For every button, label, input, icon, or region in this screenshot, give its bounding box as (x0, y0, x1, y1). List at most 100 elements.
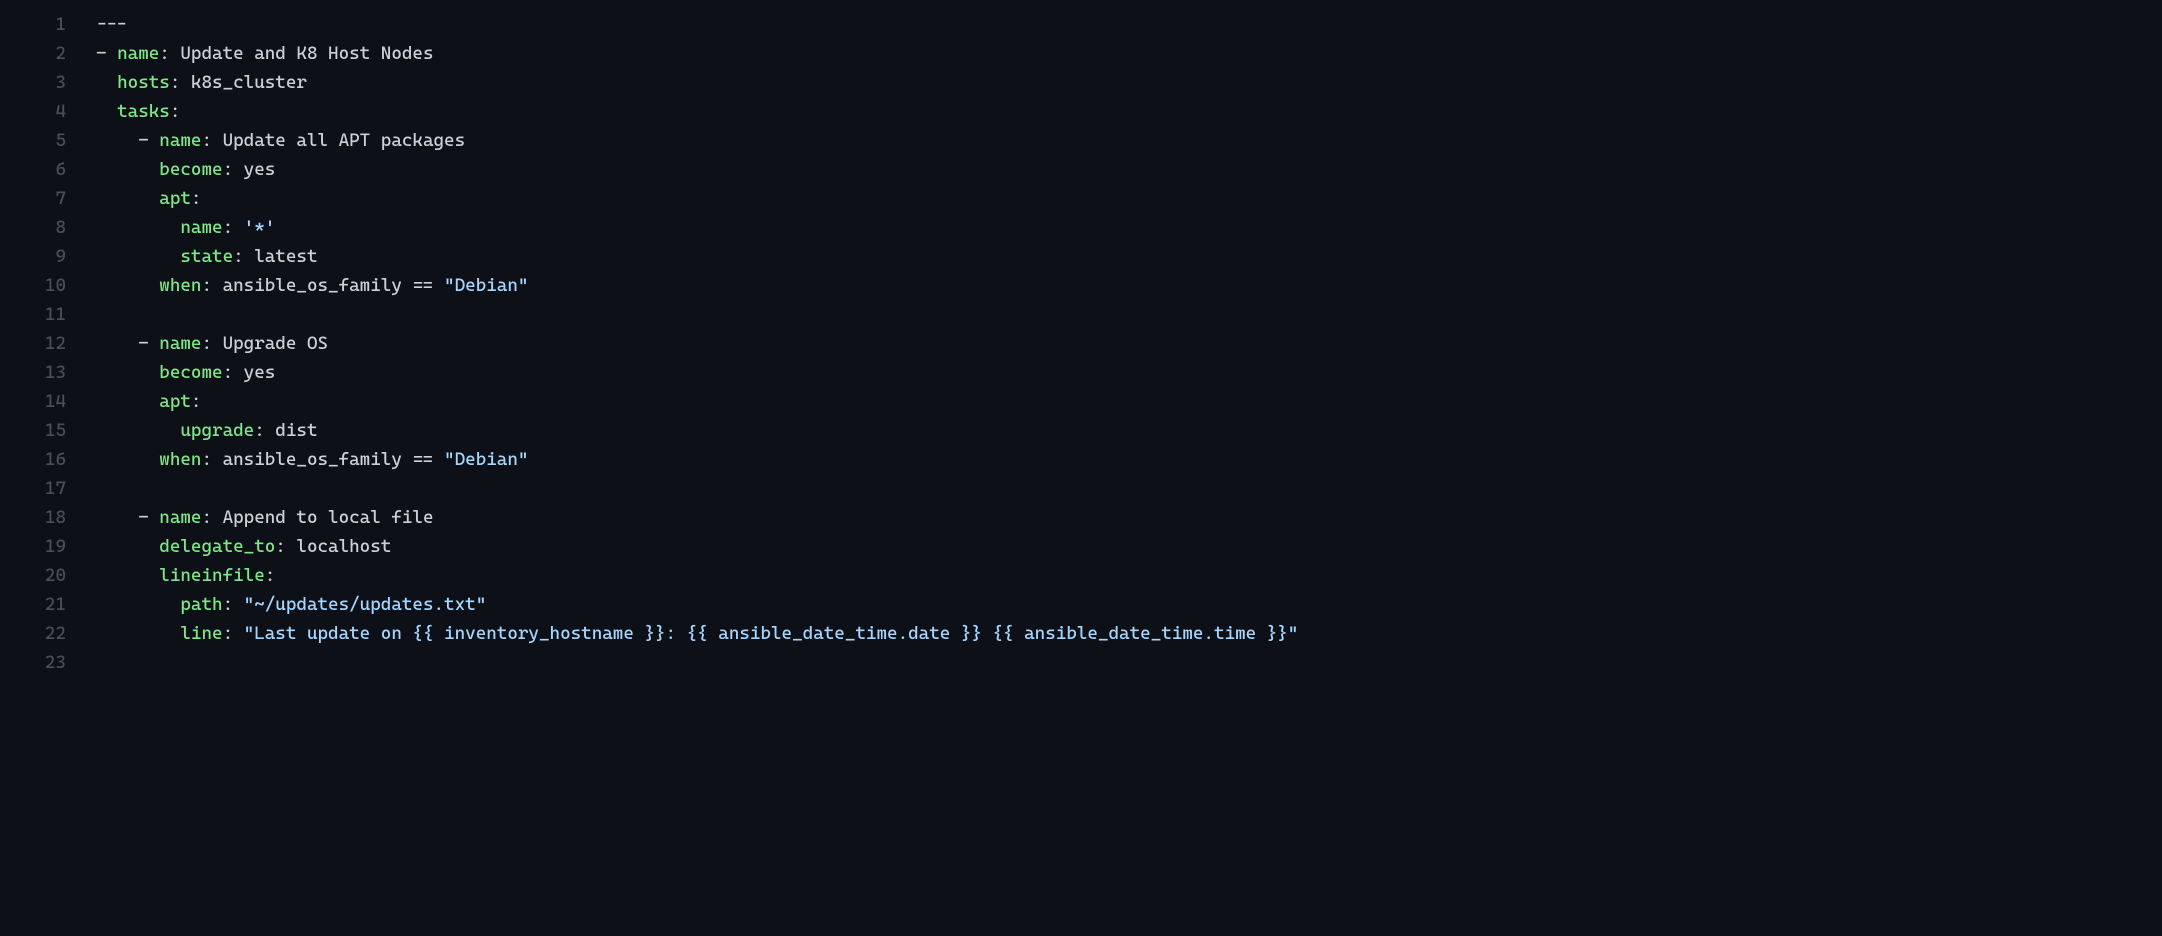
token-punct (96, 362, 159, 383)
code-line[interactable] (96, 648, 2162, 677)
token-punct: : (233, 246, 254, 267)
code-line[interactable]: line: "Last update on {{ inventory_hostn… (96, 619, 2162, 648)
line-number: 13 (0, 358, 66, 387)
token-punct: : (159, 43, 180, 64)
token-punct: : (201, 449, 222, 470)
token-punct (96, 275, 159, 296)
code-line[interactable]: apt: (96, 387, 2162, 416)
code-line[interactable]: --- (96, 10, 2162, 39)
code-line[interactable]: upgrade: dist (96, 416, 2162, 445)
token-plain: latest (254, 246, 317, 267)
token-key: become (159, 362, 222, 383)
token-punct: : (201, 130, 222, 151)
code-line[interactable]: become: yes (96, 358, 2162, 387)
code-line[interactable]: hosts: k8s_cluster (96, 68, 2162, 97)
code-editor[interactable]: 1234567891011121314151617181920212223 --… (0, 0, 2162, 936)
code-line[interactable]: name: '*' (96, 213, 2162, 242)
token-punct (96, 565, 159, 586)
token-punct (96, 72, 117, 93)
token-punct (96, 246, 180, 267)
line-number: 12 (0, 329, 66, 358)
token-punct: - (96, 507, 159, 528)
code-line[interactable]: when: ansible_os_family == "Debian" (96, 445, 2162, 474)
code-line[interactable] (96, 300, 2162, 329)
code-line[interactable]: - name: Append to local file (96, 503, 2162, 532)
token-punct: : (265, 565, 276, 586)
token-punct (96, 420, 180, 441)
token-plain: ansible_os_family == (223, 275, 444, 296)
line-number: 21 (0, 590, 66, 619)
line-number: 4 (0, 97, 66, 126)
token-plain: Update all APT packages (223, 130, 466, 151)
token-plain: dist (275, 420, 317, 441)
token-key: name (117, 43, 159, 64)
token-plain: yes (244, 159, 276, 180)
token-string: "Last update on {{ inventory_hostname }}… (244, 623, 1299, 644)
token-key: become (159, 159, 222, 180)
token-plain: k8s_cluster (191, 72, 307, 93)
token-punct (96, 594, 180, 615)
code-line[interactable]: when: ansible_os_family == "Debian" (96, 271, 2162, 300)
token-punct: : (170, 101, 181, 122)
token-punct (96, 217, 180, 238)
token-punct: : (223, 594, 244, 615)
token-key: state (180, 246, 233, 267)
token-key: apt (159, 391, 191, 412)
line-number: 8 (0, 213, 66, 242)
token-punct (96, 391, 159, 412)
line-number: 6 (0, 155, 66, 184)
line-number: 19 (0, 532, 66, 561)
code-line[interactable]: become: yes (96, 155, 2162, 184)
token-key: apt (159, 188, 191, 209)
token-punct: : (223, 623, 244, 644)
token-key: name (159, 507, 201, 528)
code-line[interactable]: lineinfile: (96, 561, 2162, 590)
token-plain: Append to local file (223, 507, 434, 528)
token-plain: yes (244, 362, 276, 383)
code-line[interactable]: - name: Update and K8 Host Nodes (96, 39, 2162, 68)
line-number: 9 (0, 242, 66, 271)
token-plain: localhost (296, 536, 391, 557)
token-punct: : (275, 536, 296, 557)
line-number: 22 (0, 619, 66, 648)
token-punct (96, 623, 180, 644)
code-line[interactable] (96, 474, 2162, 503)
token-key: tasks (117, 101, 170, 122)
token-string: "Debian" (444, 449, 528, 470)
token-plain: ansible_os_family == (223, 449, 444, 470)
token-key: name (159, 333, 201, 354)
token-punct: : (223, 159, 244, 180)
code-line[interactable]: - name: Update all APT packages (96, 126, 2162, 155)
token-punct (96, 449, 159, 470)
line-number: 7 (0, 184, 66, 213)
code-line[interactable]: delegate_to: localhost (96, 532, 2162, 561)
token-key: lineinfile (159, 565, 264, 586)
token-key: upgrade (180, 420, 254, 441)
code-area[interactable]: ---- name: Update and K8 Host Nodes host… (96, 10, 2162, 936)
line-number: 10 (0, 271, 66, 300)
token-string: "Debian" (444, 275, 528, 296)
line-number: 3 (0, 68, 66, 97)
token-punct: : (201, 275, 222, 296)
line-number: 14 (0, 387, 66, 416)
token-punct: - (96, 43, 117, 64)
line-number: 23 (0, 648, 66, 677)
line-number: 5 (0, 126, 66, 155)
line-number: 1 (0, 10, 66, 39)
token-plain: Upgrade OS (223, 333, 328, 354)
line-number: 20 (0, 561, 66, 590)
token-string: '*' (244, 217, 276, 238)
token-key: line (180, 623, 222, 644)
code-line[interactable]: tasks: (96, 97, 2162, 126)
token-punct (96, 101, 117, 122)
code-line[interactable]: path: "~/updates/updates.txt" (96, 590, 2162, 619)
line-number: 16 (0, 445, 66, 474)
token-punct: : (254, 420, 275, 441)
token-punct: : (191, 188, 202, 209)
code-line[interactable]: apt: (96, 184, 2162, 213)
token-key: name (159, 130, 201, 151)
token-key: hosts (117, 72, 170, 93)
code-line[interactable]: state: latest (96, 242, 2162, 271)
code-line[interactable]: - name: Upgrade OS (96, 329, 2162, 358)
line-number-gutter: 1234567891011121314151617181920212223 (0, 10, 96, 936)
